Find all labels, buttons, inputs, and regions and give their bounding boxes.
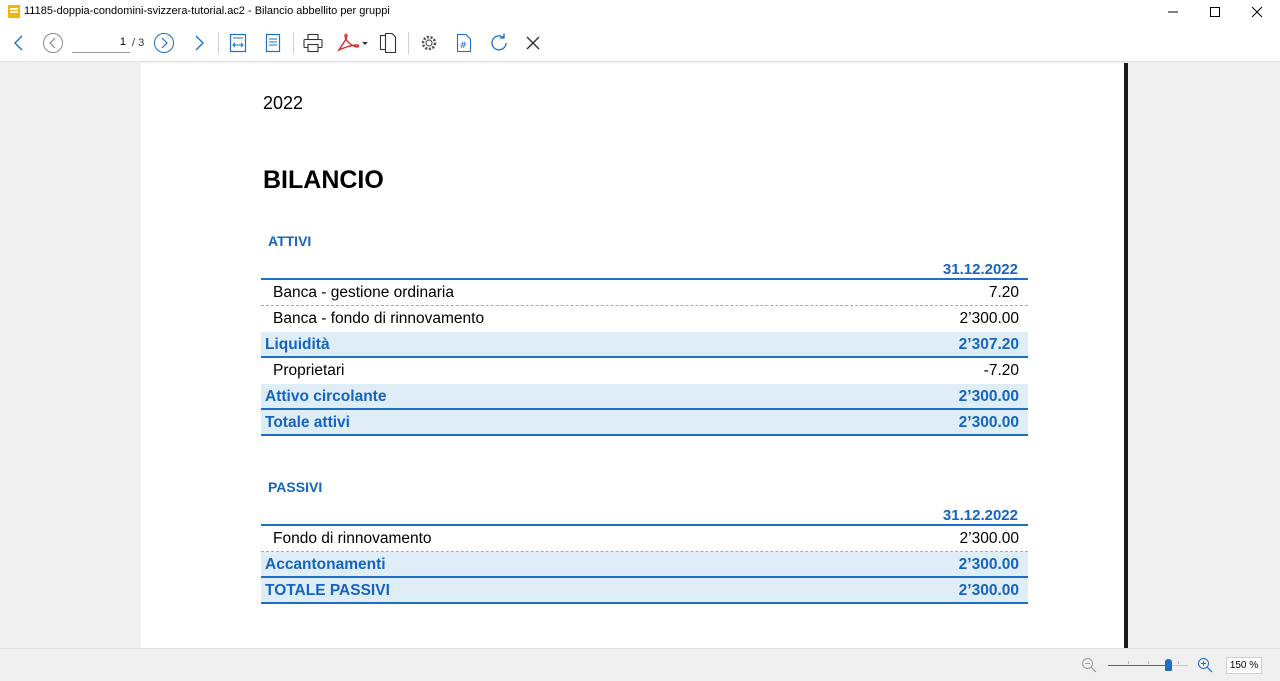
minimize-button[interactable] <box>1150 0 1196 24</box>
report-year: 2022 <box>263 93 304 113</box>
window-title: 11185-doppia-condomini-svizzera-tutorial… <box>24 5 390 17</box>
attivi-date-column: 31.12.2022 <box>942 261 1018 278</box>
row-value: 2’300.00 <box>959 310 1019 327</box>
toolbar-separator <box>293 32 294 54</box>
toolbar-separator <box>408 32 409 54</box>
forward-arrow-icon <box>195 35 204 51</box>
toolbar: 1 / 3 # <box>0 24 1280 62</box>
page-total: / 3 <box>132 37 145 49</box>
row-value: 2’307.20 <box>958 336 1019 353</box>
previous-page-icon <box>43 33 63 53</box>
subtotal-row: Accantonamenti 2’300.00 <box>261 552 1028 578</box>
maximize-button[interactable] <box>1192 0 1238 24</box>
page-number-button[interactable]: # <box>451 30 477 56</box>
table-row: Banca - fondo di rinnovamento 2’300.00 <box>261 306 1028 332</box>
row-value: 7.20 <box>988 284 1019 301</box>
refresh-button[interactable] <box>486 30 512 56</box>
table-row: Banca - gestione ordinaria 7.20 <box>261 280 1028 306</box>
page-shadow <box>1124 63 1128 648</box>
forward-button[interactable] <box>186 30 212 56</box>
copy-pages-button[interactable] <box>375 30 401 56</box>
zoom-slider-thumb[interactable] <box>1165 659 1172 671</box>
row-label: Fondo di rinnovamento <box>273 530 432 547</box>
minimize-icon <box>1168 11 1178 13</box>
fit-page-icon <box>265 33 281 53</box>
close-icon <box>526 36 540 50</box>
close-window-icon <box>1251 6 1263 18</box>
passivi-table: 31.12.2022 Fondo di rinnovamento 2’300.0… <box>261 505 1028 604</box>
status-bar: 150 % <box>0 648 1280 681</box>
subtotal-row: Liquidità 2’307.20 <box>261 332 1028 358</box>
table-row: Fondo di rinnovamento 2’300.00 <box>261 526 1028 552</box>
zoom-out-button[interactable] <box>1081 657 1097 678</box>
row-value: 2’300.00 <box>958 556 1019 573</box>
zoom-slider[interactable] <box>1108 659 1188 671</box>
document-viewer[interactable]: 2022 BILANCIO ATTIVI 31.12.2022 Banca - … <box>0 63 1280 648</box>
report-viewer-window: 11185-doppia-condomini-svizzera-tutorial… <box>0 0 1280 681</box>
maximize-icon <box>1210 7 1220 17</box>
row-label: Totale attivi <box>265 414 350 431</box>
pdf-export-button[interactable] <box>334 30 370 56</box>
close-window-button[interactable] <box>1234 0 1280 24</box>
row-label: Liquidità <box>265 336 330 353</box>
copy-pages-icon <box>379 32 397 54</box>
total-row: TOTALE PASSIVI 2’300.00 <box>261 578 1028 604</box>
passivi-heading: PASSIVI <box>268 479 323 495</box>
back-button[interactable] <box>6 30 32 56</box>
zoom-level-display[interactable]: 150 % <box>1226 657 1262 674</box>
zoom-out-icon <box>1082 658 1097 673</box>
previous-page-button[interactable] <box>40 30 66 56</box>
attivi-table: 31.12.2022 Banca - gestione ordinaria 7.… <box>261 259 1028 436</box>
attivi-heading: ATTIVI <box>268 233 312 249</box>
print-icon <box>303 33 323 53</box>
zoom-slider-tick <box>1178 661 1179 664</box>
table-row: Proprietari -7.20 <box>261 358 1028 384</box>
page-number-input[interactable]: 1 <box>72 33 130 53</box>
close-report-button[interactable] <box>520 30 546 56</box>
app-icon <box>8 5 20 18</box>
svg-text:#: # <box>460 41 468 51</box>
row-label: Proprietari <box>273 362 345 379</box>
fit-width-icon <box>229 33 247 53</box>
next-page-icon <box>154 33 174 53</box>
row-label: TOTALE PASSIVI <box>265 582 390 599</box>
row-value: 2’300.00 <box>958 582 1019 599</box>
row-label: Accantonamenti <box>265 556 386 573</box>
zoom-slider-tick <box>1148 661 1149 664</box>
zoom-in-icon <box>1198 658 1213 673</box>
passivi-header-row: 31.12.2022 <box>261 505 1028 526</box>
pdf-icon <box>337 33 368 52</box>
report-page: 2022 BILANCIO ATTIVI 31.12.2022 Banca - … <box>141 63 1124 648</box>
row-value: 2’300.00 <box>959 530 1019 547</box>
row-label: Attivo circolante <box>265 388 387 405</box>
total-row: Totale attivi 2’300.00 <box>261 410 1028 436</box>
zoom-slider-tick <box>1128 661 1129 664</box>
title-bar: 11185-doppia-condomini-svizzera-tutorial… <box>0 0 1280 24</box>
zoom-slider-fill <box>1108 665 1168 666</box>
back-arrow-icon <box>14 35 23 51</box>
print-button[interactable] <box>300 30 326 56</box>
subtotal-row: Attivo circolante 2’300.00 <box>261 384 1028 410</box>
passivi-date-column: 31.12.2022 <box>942 507 1018 524</box>
row-value: 2’300.00 <box>958 388 1019 405</box>
row-label: Banca - fondo di rinnovamento <box>273 310 485 327</box>
row-value: 2’300.00 <box>958 414 1019 431</box>
gear-icon <box>421 35 437 51</box>
refresh-icon <box>491 33 507 51</box>
next-page-button[interactable] <box>151 30 177 56</box>
toolbar-separator <box>218 32 219 54</box>
fit-page-button[interactable] <box>260 30 286 56</box>
row-label: Banca - gestione ordinaria <box>273 284 454 301</box>
attivi-header-row: 31.12.2022 <box>261 259 1028 280</box>
row-value: -7.20 <box>983 362 1019 379</box>
page-number-icon: # <box>456 33 472 53</box>
report-title: BILANCIO <box>263 166 384 194</box>
fit-width-button[interactable] <box>225 30 251 56</box>
zoom-in-button[interactable] <box>1197 657 1213 678</box>
settings-button[interactable] <box>416 30 442 56</box>
